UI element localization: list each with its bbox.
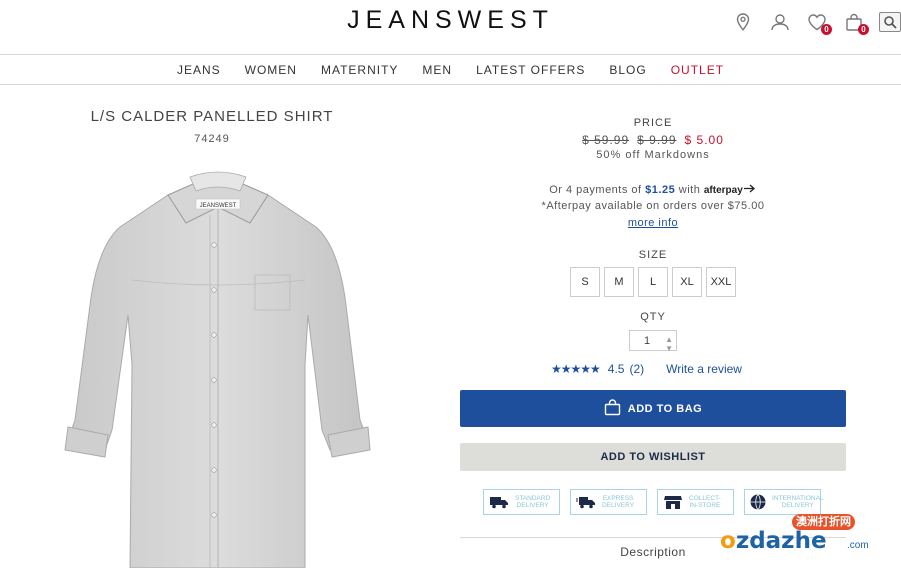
delivery-collect-line2: IN-STORE bbox=[689, 502, 721, 509]
add-to-bag-label: ADD TO BAG bbox=[627, 402, 703, 415]
size-option-xxl[interactable]: XXL bbox=[706, 267, 736, 297]
search-icon bbox=[884, 16, 897, 29]
rating-score: 4.5 bbox=[607, 362, 625, 376]
add-to-wishlist-button[interactable]: ADD TO WISHLIST bbox=[460, 443, 846, 471]
size-option-s[interactable]: S bbox=[570, 267, 600, 297]
size-label: SIZE bbox=[638, 249, 668, 261]
previous-price: $ 9.99 bbox=[637, 133, 677, 147]
wishlist-icon[interactable]: 0 bbox=[805, 10, 832, 35]
truck-icon bbox=[488, 493, 510, 511]
rating-count[interactable]: (2) bbox=[629, 362, 644, 376]
nav-item-women[interactable]: WOMEN bbox=[245, 63, 297, 77]
express-truck-icon bbox=[575, 493, 597, 511]
delivery-collect-line1: COLLECT- bbox=[689, 495, 721, 502]
header-icons: 0 0 bbox=[718, 10, 901, 35]
original-price: $ 59.99 bbox=[582, 133, 630, 147]
search-button[interactable] bbox=[879, 12, 901, 32]
product-image[interactable]: JEANSWEST bbox=[50, 165, 380, 568]
afterpay-logo: afterpay bbox=[703, 185, 743, 196]
size-option-m[interactable]: M bbox=[604, 267, 634, 297]
add-to-bag-button[interactable]: ADD TO BAG bbox=[460, 390, 846, 427]
qty-value: 1 bbox=[644, 334, 651, 347]
bag-count-badge: 0 bbox=[858, 24, 869, 35]
afterpay-with: with bbox=[678, 184, 701, 196]
watermark-main: ozdazhe bbox=[720, 528, 827, 554]
main-nav: JEANS WOMEN MATERNITY MEN LATEST OFFERS … bbox=[0, 56, 901, 85]
shopping-bag-icon[interactable]: 0 bbox=[842, 10, 869, 35]
afterpay-note: *Afterpay available on orders over $75.0… bbox=[541, 200, 765, 212]
site-header: JEANSWEST 0 0 bbox=[0, 0, 901, 55]
rating-stars-icon: ★★★★★ bbox=[551, 362, 601, 376]
nav-item-outlet[interactable]: OUTLET bbox=[671, 63, 724, 77]
shirt-label: JEANSWEST bbox=[200, 203, 237, 209]
size-option-l[interactable]: L bbox=[638, 267, 668, 297]
product-title: L/S CALDER PANELLED SHIRT bbox=[90, 108, 334, 125]
store-icon bbox=[662, 493, 684, 511]
afterpay-prefix: Or 4 payments of bbox=[549, 184, 642, 196]
bag-icon bbox=[604, 398, 621, 419]
rating-summary: ★★★★★ 4.5 (2) Write a review bbox=[551, 362, 742, 376]
delivery-standard-line1: STANDARD bbox=[515, 495, 551, 502]
add-to-wishlist-label: ADD TO WISHLIST bbox=[600, 451, 706, 463]
price-label: PRICE bbox=[633, 117, 673, 129]
watermark-suffix: .com bbox=[847, 540, 869, 551]
description-tab[interactable]: Description bbox=[560, 545, 746, 559]
delivery-international-line1: INTERNATIONAL bbox=[772, 495, 824, 502]
nav-item-jeans[interactable]: JEANS bbox=[177, 63, 221, 77]
afterpay-amount: $1.25 bbox=[645, 184, 676, 196]
globe-icon bbox=[749, 493, 767, 511]
qty-label: QTY bbox=[640, 311, 666, 323]
nav-item-men[interactable]: MEN bbox=[422, 63, 452, 77]
wishlist-count-badge: 0 bbox=[821, 24, 832, 35]
store-locator-icon[interactable] bbox=[731, 10, 755, 34]
size-option-xl[interactable]: XL bbox=[672, 267, 702, 297]
afterpay-more-info-link[interactable]: more info bbox=[460, 217, 846, 229]
nav-item-latest-offers[interactable]: LATEST OFFERS bbox=[476, 63, 585, 77]
size-options: S M L XL XXL bbox=[460, 267, 846, 297]
delivery-standard-line2: DELIVERY bbox=[516, 502, 549, 509]
delivery-international-line2: DELIVERY bbox=[781, 502, 814, 509]
delivery-standard[interactable]: STANDARD DELIVERY bbox=[483, 489, 560, 515]
chevron-down-icon: ▲ ▼ bbox=[665, 335, 673, 353]
watermark-logo: 澳洲打折网 ozdazhe .com bbox=[720, 512, 896, 562]
delivery-express-line1: EXPRESS bbox=[602, 495, 634, 502]
delivery-express[interactable]: EXPRESS DELIVERY bbox=[570, 489, 647, 515]
qty-select[interactable]: 1 ▲ ▼ bbox=[629, 330, 677, 353]
account-icon[interactable] bbox=[768, 10, 792, 34]
product-code: 74249 bbox=[194, 133, 230, 145]
afterpay-line: Or 4 payments of $1.25 with afterpay bbox=[460, 184, 846, 196]
delivery-express-line2: DELIVERY bbox=[602, 502, 635, 509]
price-line: $ 59.99 $ 9.99 $ 5.00 bbox=[460, 133, 846, 147]
afterpay-arrows-icon bbox=[743, 184, 755, 193]
nav-item-blog[interactable]: BLOG bbox=[609, 63, 646, 77]
sale-price: $ 5.00 bbox=[684, 133, 724, 147]
nav-item-maternity[interactable]: MATERNITY bbox=[321, 63, 398, 77]
write-review-link[interactable]: Write a review bbox=[666, 362, 742, 376]
markdown-text: 50% off Markdowns bbox=[596, 149, 710, 161]
